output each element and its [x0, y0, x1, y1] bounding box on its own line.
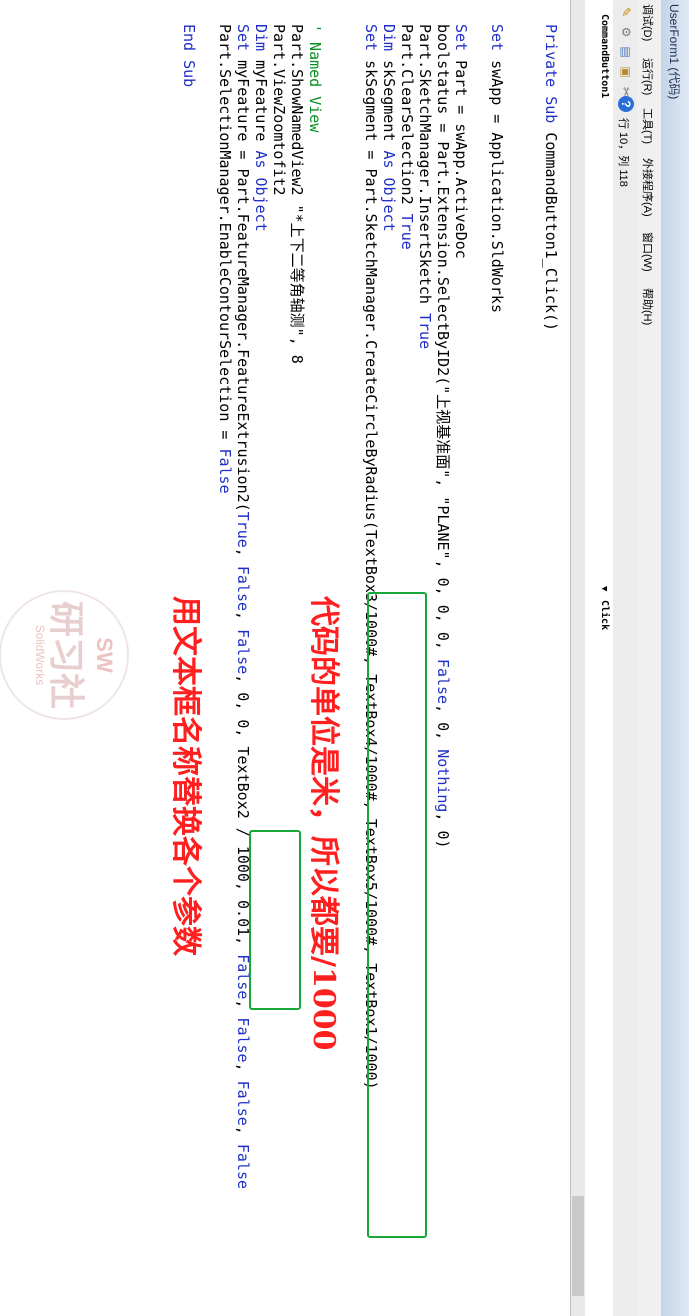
code-window-header: CommandButton1 ▼ Click	[584, 0, 613, 1316]
properties-icon[interactable]: ▤	[618, 44, 634, 60]
procedure-dropdown-value: Click	[599, 600, 610, 631]
menu-addins[interactable]: 外接程序(A)	[640, 158, 656, 217]
object-browser-icon[interactable]: ▣	[618, 64, 634, 80]
code-line[interactable]: Part.ClearSelection2 True	[398, 24, 416, 250]
code-text: Part.ViewZoomtofit2	[270, 24, 288, 196]
code-text: Part = swApp.ActiveDoc	[452, 60, 470, 259]
code-keyword: Set	[362, 24, 380, 61]
code-keyword: True	[416, 312, 434, 350]
code-keyword: False	[234, 1143, 252, 1190]
procedure-dropdown[interactable]: ▼ Click	[590, 586, 610, 1300]
code-text: boolstatus = Part.Extension.SelectByID2(…	[434, 24, 452, 659]
code-line[interactable]: End Sub	[180, 24, 198, 87]
code-text: ,	[234, 547, 252, 566]
code-keyword: End Sub	[180, 24, 198, 88]
menu-tools[interactable]: 工具(T)	[640, 108, 656, 144]
code-keyword: Dim	[380, 24, 398, 61]
code-keyword: Set	[234, 24, 252, 61]
code-text: swApp = Application.SldWorks	[488, 60, 506, 313]
code-keyword: As Object	[380, 150, 398, 232]
code-text: CommandButton1_Click()	[542, 132, 560, 332]
code-line[interactable]: Private Sub CommandButton1_Click()	[542, 24, 560, 331]
help-icon[interactable]: ?	[618, 96, 634, 112]
code-text: skSegment	[380, 60, 398, 151]
annotation-textbox-note: 用文本框名称替换各个参数	[168, 596, 203, 956]
design-mode-icon[interactable]: ✎	[618, 4, 634, 20]
code-text: , 0)	[434, 812, 452, 849]
project-explorer-icon[interactable]: ⚙	[618, 24, 634, 40]
annotation-unit-note: 代码的单位是米，所以都要/1000	[306, 596, 341, 1051]
code-keyword: False	[216, 448, 234, 494]
scrollbar-thumb[interactable]	[572, 1196, 584, 1296]
code-keyword: Private Sub	[542, 24, 560, 133]
highlight-box-extrusion-param	[249, 830, 301, 1010]
cursor-position: 行 10，列 118	[617, 118, 629, 187]
code-keyword: True	[398, 213, 416, 250]
horizontal-scrollbar[interactable]	[571, 0, 585, 1316]
code-line[interactable]: boolstatus = Part.Extension.SelectByID2(…	[434, 24, 452, 849]
code-keyword: Dim	[252, 24, 270, 61]
code-text: ,	[234, 611, 252, 630]
code-text: Part.SketchManager.InsertSketch	[416, 24, 434, 313]
title-bar: UserForm1 (代码)	[660, 0, 689, 1316]
watermark-logo: SW 研习社 SolidWorks	[0, 590, 129, 720]
code-keyword: As Object	[252, 150, 270, 232]
code-keyword: False	[234, 629, 252, 675]
code-line[interactable]: Set swApp = Application.SldWorks	[488, 24, 506, 313]
toolbar: ✎ ⚙ ▤ ▣ ✂ ✂ ? 行 10，列 118	[612, 0, 637, 1316]
code-line[interactable]: Dim myFeature As Object	[252, 24, 270, 232]
object-dropdown-value: CommandButton1	[599, 14, 610, 99]
code-text: myFeature = Part.FeatureManager.FeatureE…	[234, 60, 252, 512]
code-text: myFeature	[252, 60, 270, 151]
code-keyword: False	[434, 658, 452, 705]
code-keyword: False	[234, 1080, 252, 1126]
code-text: , 0,	[434, 704, 452, 750]
menu-window[interactable]: 窗口(W)	[640, 232, 656, 272]
code-line[interactable]: Set myFeature = Part.FeatureManager.Feat…	[234, 24, 252, 1189]
window-title: UserForm1 (代码)	[667, 4, 681, 100]
code-line[interactable]: Part.ViewZoomtofit2	[270, 24, 288, 196]
menu-bar: 调试(D) 运行(R) 工具(T) 外接程序(A) 窗口(W) 帮助(H)	[636, 0, 661, 1316]
code-line[interactable]: ' Named View	[306, 24, 324, 132]
code-line[interactable]: Dim skSegment As Object	[380, 24, 398, 232]
code-line[interactable]: Part.SelectionManager.EnableContourSelec…	[216, 24, 234, 494]
menu-run[interactable]: 运行(R)	[640, 58, 656, 95]
code-text: ,	[234, 1125, 252, 1144]
object-dropdown[interactable]: CommandButton1	[590, 14, 610, 574]
code-keyword: False	[234, 565, 252, 612]
highlight-box-circle-params	[367, 592, 427, 1238]
code-line[interactable]: Part.SketchManager.InsertSketch True	[416, 24, 434, 349]
watermark-bottom: SolidWorks	[33, 624, 47, 686]
code-text: Part.ShowNamedView2 "*上下二等角轴测", 8	[288, 24, 306, 364]
menu-help[interactable]: 帮助(H)	[640, 288, 656, 325]
code-keyword: Nothing	[434, 749, 452, 813]
code-text: ,	[234, 1062, 252, 1081]
code-keyword: False	[234, 1017, 252, 1063]
vba-editor-window: UserForm1 (代码) 调试(D) 运行(R) 工具(T) 外接程序(A)…	[0, 0, 689, 1316]
chevron-down-icon: ▼	[599, 586, 609, 592]
code-line[interactable]: Part.ShowNamedView2 "*上下二等角轴测", 8	[288, 24, 306, 364]
code-comment: ' Named View	[306, 24, 324, 133]
watermark-middle: 研习社	[46, 600, 87, 709]
code-keyword: Set	[452, 24, 470, 61]
menu-debug[interactable]: 调试(D)	[640, 4, 656, 41]
code-line[interactable]: Set Part = swApp.ActiveDoc	[452, 24, 470, 259]
code-keyword: True	[234, 511, 252, 548]
code-keyword: Set	[488, 24, 506, 61]
code-text: Part.SelectionManager.EnableContourSelec…	[216, 24, 234, 449]
code-text: Part.ClearSelection2	[398, 24, 416, 214]
